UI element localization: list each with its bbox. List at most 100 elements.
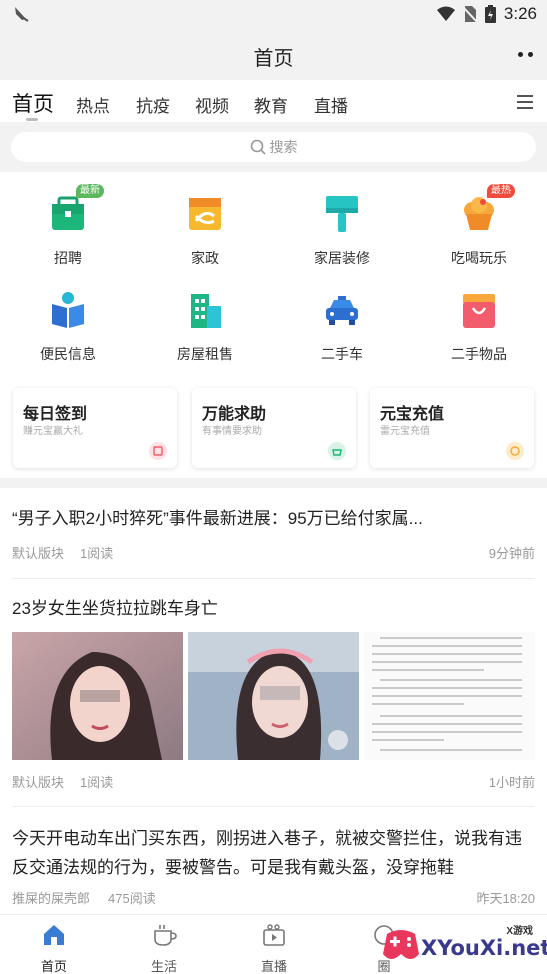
nav-home[interactable]: 首页 — [14, 923, 94, 974]
video-icon — [263, 924, 285, 946]
status-bar: 3:26 — [0, 0, 547, 30]
news-reads: 475阅读 — [108, 891, 156, 906]
gamepad-logo-icon — [383, 930, 419, 959]
news-thumbnails[interactable] — [12, 632, 535, 760]
grid-item-local-info[interactable]: 便民信息 — [0, 290, 136, 364]
notification-icon — [12, 5, 30, 28]
calendar-icon — [149, 442, 167, 460]
paint-roller-icon — [326, 196, 358, 232]
news-source: 推屎的屎壳郎 — [12, 891, 91, 906]
news-separator — [12, 806, 535, 807]
search-placeholder: 搜索 — [269, 139, 298, 155]
nav-live[interactable]: 直播 — [234, 923, 314, 974]
news-time: 9分钟前 — [488, 546, 535, 561]
tab-video[interactable]: 视频 — [195, 92, 229, 117]
grid-item-used-goods[interactable]: 二手物品 — [411, 290, 547, 364]
car-icon — [326, 296, 358, 325]
tab-indicator — [26, 118, 38, 121]
card-help[interactable]: 万能求助 有事情要求助 — [192, 388, 356, 468]
grid-label: 家居装修 — [314, 250, 370, 266]
news-title: 今天开电动车出门买东西，刚拐进入巷子，就被交警拦住，说我有违反交通法规的行为，要… — [12, 829, 522, 877]
category-grid: 最新 招聘 家政 家居装修 最热 吃喝玩乐 便民信息 房屋租售 二手车 二手物品 — [0, 172, 547, 372]
grid-item-entertainment[interactable]: 最热 吃喝玩乐 — [411, 184, 547, 268]
grid-label: 便民信息 — [40, 346, 96, 362]
card-subtitle: 雷元宝充值 — [380, 426, 430, 437]
badge-new: 最新 — [76, 184, 104, 198]
news-source: 默认版块 — [12, 546, 65, 561]
grid-item-housekeeping[interactable]: 家政 — [137, 194, 273, 268]
grid-item-housing[interactable]: 房屋租售 — [137, 290, 273, 364]
nav-life[interactable]: 生活 — [124, 923, 204, 974]
news-item[interactable]: 23岁女生坐货拉拉跳车身亡 — [12, 594, 535, 623]
badge-hot: 最热 — [487, 184, 515, 198]
card-daily-checkin[interactable]: 每日签到 赚元宝赢大礼 — [13, 388, 177, 468]
card-recharge[interactable]: 元宝充值 雷元宝充值 — [370, 388, 534, 468]
title-bar: 首页 — [0, 30, 547, 80]
grid-label: 二手物品 — [451, 346, 507, 362]
watermark-text: XYouXi.net — [421, 936, 547, 960]
battery-icon — [484, 5, 496, 23]
watermark-small-text: X游戏 — [506, 926, 533, 937]
action-cards: 每日签到 赚元宝赢大礼 万能求助 有事情要求助 元宝充值 雷元宝充值 — [0, 388, 547, 470]
news-meta: 推屎的屎壳郎 475阅读 昨天18:20 — [12, 888, 535, 906]
card-title: 每日签到 — [23, 406, 88, 423]
grid-label: 吃喝玩乐 — [451, 250, 507, 266]
news-time: 昨天18:20 — [476, 891, 535, 906]
search-icon — [250, 139, 266, 155]
news-meta-row: 推屎的屎壳郎 475阅读 昨天18:20 — [12, 888, 535, 906]
news-title: “男子入职2小时猝死”事件最新进展：95万已给付家属... — [12, 509, 423, 528]
news-item[interactable]: “男子入职2小时猝死”事件最新进展：95万已给付家属... 默认版块 1阅读 9… — [12, 504, 535, 561]
nav-label: 生活 — [150, 959, 177, 974]
news-separator — [12, 578, 535, 579]
search-input[interactable]: 搜索 — [11, 132, 536, 162]
page-title: 首页 — [253, 48, 294, 70]
briefcase-icon — [52, 196, 84, 230]
card-title: 万能求助 — [202, 406, 267, 423]
tab-education[interactable]: 教育 — [254, 92, 288, 117]
card-subtitle: 赚元宝赢大礼 — [23, 426, 83, 437]
card-title: 元宝充值 — [380, 406, 445, 423]
housekeeping-icon — [189, 198, 221, 230]
news-thumbnail-document — [364, 632, 535, 760]
tab-home[interactable]: 首页 — [12, 88, 54, 118]
grid-label: 家政 — [191, 250, 219, 266]
news-title: 23岁女生坐货拉拉跳车身亡 — [12, 599, 218, 618]
section-divider — [0, 478, 547, 488]
card-subtitle: 有事情要求助 — [202, 426, 262, 437]
news-thumbnail-photo — [12, 632, 183, 760]
category-tabs: 首页 热点 抗疫 视频 教育 直播 — [0, 80, 547, 122]
site-watermark: X游戏 XYouXi.net — [381, 922, 547, 970]
grid-label: 二手车 — [321, 346, 363, 362]
tab-epidemic[interactable]: 抗疫 — [136, 92, 170, 117]
coffee-icon — [154, 925, 177, 946]
news-source: 默认版块 — [12, 775, 65, 790]
grid-item-decoration[interactable]: 家居装修 — [274, 194, 410, 268]
status-time: 3:26 — [503, 4, 537, 23]
search-area: 搜索 — [0, 122, 547, 172]
news-meta: 默认版块 1阅读 1小时前 — [12, 772, 535, 790]
grid-item-used-car[interactable]: 二手车 — [274, 290, 410, 364]
grid-item-recruit[interactable]: 最新 招聘 — [0, 184, 136, 268]
grid-label: 房屋租售 — [177, 346, 233, 362]
home-icon — [44, 925, 64, 945]
news-meta: 默认版块 1阅读 9分钟前 — [12, 543, 535, 561]
no-sim-icon — [462, 6, 477, 23]
news-time: 1小时前 — [488, 775, 535, 790]
cake-icon — [464, 197, 494, 230]
news-reads: 1阅读 — [80, 546, 114, 561]
nav-label: 首页 — [40, 959, 67, 974]
tab-live[interactable]: 直播 — [314, 92, 348, 117]
grid-label: 招聘 — [54, 250, 82, 266]
news-item[interactable]: 今天开电动车出门买东西，刚拐进入巷子，就被交警拦住，说我有违反交通法规的行为，要… — [12, 824, 535, 884]
news-meta-row: 默认版块 1阅读 1小时前 — [12, 772, 535, 790]
coin-icon — [506, 442, 524, 460]
nav-label: 直播 — [260, 959, 287, 974]
tabs-menu-icon[interactable] — [517, 95, 533, 109]
building-icon — [191, 294, 221, 328]
tab-hot[interactable]: 热点 — [76, 92, 110, 117]
wifi-icon — [436, 6, 455, 21]
help-icon — [328, 442, 346, 460]
book-icon — [52, 292, 84, 328]
shopping-bag-icon — [463, 294, 495, 328]
more-options-icon[interactable] — [518, 52, 533, 57]
